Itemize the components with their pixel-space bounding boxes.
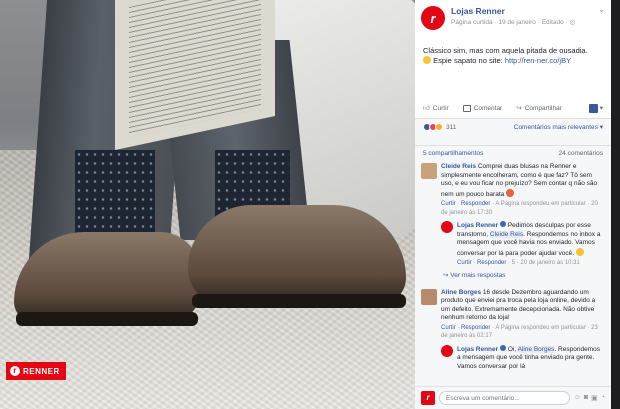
reply-info: · 5 · 20 de janeiro às 10:31 xyxy=(508,260,580,266)
more-replies-link[interactable]: ↪ Ver mais respostas xyxy=(415,271,611,279)
comment-composer: r ☺ ◙ ▣ ◔ xyxy=(415,386,611,409)
wow-reaction-icon[interactable] xyxy=(435,123,443,131)
left-shoe-sole xyxy=(16,312,198,326)
comment-reply-link[interactable]: Responder xyxy=(461,201,490,207)
post-options-chevron-icon[interactable]: ⌄ xyxy=(598,5,605,14)
comment-sort-dropdown[interactable]: Comentários mais relevantes ▾ xyxy=(514,123,603,131)
post-meta-text: Página curtida · 19 de janeiro · Editado… xyxy=(451,19,570,26)
reply-author[interactable]: Lojas Renner xyxy=(457,346,498,353)
post-photo[interactable]: r RENNER xyxy=(0,0,415,409)
comment-label: Comentar xyxy=(473,104,503,112)
reply-like-link[interactable]: Curtir xyxy=(457,260,472,266)
angry-emoji-icon xyxy=(506,188,515,197)
avatar[interactable] xyxy=(421,163,437,179)
comment-item: Aline Borges 16 desde Dezembro aguardand… xyxy=(415,288,611,341)
reaction-count[interactable]: 311 xyxy=(446,124,456,131)
avatar[interactable] xyxy=(421,288,437,305)
gif-icon[interactable]: ▣ xyxy=(591,394,598,402)
reply-author[interactable]: Lojas Renner xyxy=(457,222,498,229)
like-label: Curtir xyxy=(432,104,449,112)
renner-logo-mark: r xyxy=(10,366,20,376)
comment-reply-link[interactable]: Responder xyxy=(461,325,490,331)
reply-item: Lojas Renner Pedimos desculpas por esse … xyxy=(415,221,611,268)
verified-badge-icon xyxy=(500,344,506,351)
avatar[interactable] xyxy=(441,344,453,357)
comment-input[interactable] xyxy=(439,391,570,405)
reply-mention[interactable]: Cleide Reis xyxy=(489,230,524,238)
reactions-bar: 311 Comentários mais relevantes ▾ xyxy=(415,119,611,135)
avatar[interactable] xyxy=(441,221,453,233)
comment-like-link[interactable]: Curtir xyxy=(441,201,456,207)
share-comment-counts: 5 compartilhamentos 24 comentários xyxy=(415,145,611,157)
comment-icon xyxy=(462,104,471,112)
comments-section: 311 Comentários mais relevantes ▾ 5 comp… xyxy=(415,118,611,409)
composer-avatar[interactable]: r xyxy=(421,391,435,405)
post-actions: 👍︎ Curtir Comentar ↪ Compartilhar ▾ xyxy=(415,101,611,115)
camera-icon[interactable]: ◙ xyxy=(584,394,588,402)
reply-item: Lojas Renner Oi, Aline Borges. Respondem… xyxy=(415,344,611,372)
share-label: Compartilhar xyxy=(524,104,562,112)
reply-mention[interactable]: Aline Borges xyxy=(517,345,555,353)
page-avatar[interactable]: r xyxy=(421,6,445,30)
comment-button[interactable]: Comentar xyxy=(462,104,503,112)
comments-count[interactable]: 24 comentários xyxy=(559,150,603,157)
comment-author[interactable]: Aline Borges xyxy=(441,289,481,296)
comment-like-link[interactable]: Curtir xyxy=(441,325,456,331)
caption-line-2: Espie sapato no site: xyxy=(433,56,505,65)
thumbs-up-icon: 👍︎ xyxy=(423,105,430,112)
right-shoe xyxy=(188,205,406,305)
left-shoe xyxy=(14,232,200,322)
share-icon: ↪ xyxy=(516,105,522,112)
reply-reply-link[interactable]: Responder xyxy=(477,260,506,266)
shares-count[interactable]: 5 compartilhamentos xyxy=(423,150,483,157)
share-button[interactable]: ↪ Compartilhar xyxy=(516,104,562,113)
comment-item: Cleide Reis Comprei duas blusas na Renne… xyxy=(415,163,611,217)
post-caption: Clássico sim, mas com aquela pitada de o… xyxy=(415,30,611,66)
share-as-avatar xyxy=(588,103,598,113)
post-panel: r Lojas Renner Página curtida · 19 de ja… xyxy=(415,0,611,409)
product-link[interactable]: http://ren-ner.co/jBY xyxy=(505,56,571,65)
like-button[interactable]: 👍︎ Curtir xyxy=(423,104,449,113)
renner-logo: r RENNER xyxy=(6,362,66,380)
smile-emoji-icon xyxy=(575,247,584,256)
verified-badge-icon xyxy=(500,221,506,227)
sticker-icon[interactable]: ◔ xyxy=(601,394,605,402)
globe-icon: ◎ xyxy=(569,19,576,26)
page-scrollbar[interactable] xyxy=(611,0,620,409)
page-name-link[interactable]: Lojas Renner xyxy=(451,6,603,16)
reply-text-before: Oi, xyxy=(507,345,518,353)
post-meta: Página curtida · 19 de janeiro · Editado… xyxy=(451,18,603,26)
renner-logo-text: RENNER xyxy=(23,366,60,376)
share-as-selector[interactable]: ▾ xyxy=(588,103,603,113)
comment-author[interactable]: Cleide Reis xyxy=(441,163,476,170)
emoji-picker-icon[interactable]: ☺ xyxy=(574,394,581,402)
chevron-down-icon: ▾ xyxy=(599,105,603,112)
caption-line-1: Clássico sim, mas com aquela pitada de o… xyxy=(423,46,588,55)
smile-emoji-icon xyxy=(423,56,431,64)
right-shoe-sole xyxy=(192,294,406,308)
post-header: r Lojas Renner Página curtida · 19 de ja… xyxy=(415,0,611,30)
